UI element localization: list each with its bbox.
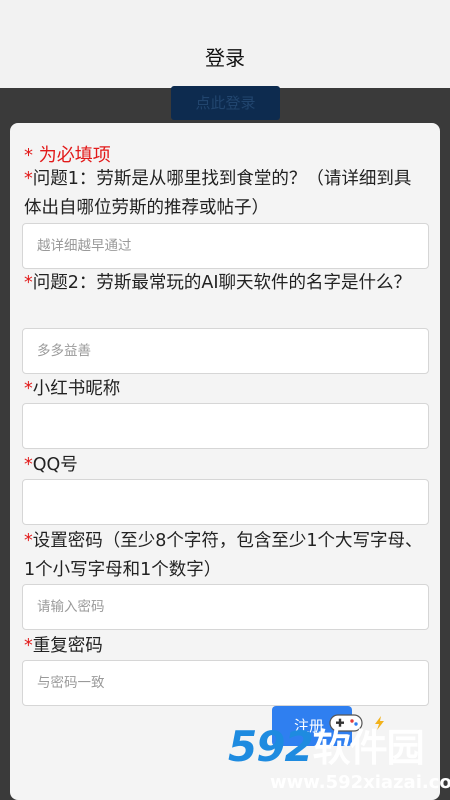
- field-label-question2: *问题2：劳斯最常玩的AI聊天软件的名字是什么？: [24, 273, 412, 293]
- watermark-url: www.592xiazai.com: [270, 772, 450, 793]
- required-star: *: [24, 455, 33, 475]
- required-note: * 为必填项: [24, 145, 111, 166]
- qq-input[interactable]: [23, 480, 428, 524]
- repeat-password-field[interactable]: [22, 660, 429, 706]
- field-label-question1: *问题1：劳斯是从哪里找到食堂的？（请详细到具体出自哪位劳斯的推荐或帖子）: [24, 169, 412, 218]
- watermark-logo: 592软件园: [228, 722, 425, 771]
- password-input[interactable]: [23, 585, 428, 629]
- required-star: *: [24, 531, 33, 551]
- qq-field[interactable]: [22, 479, 429, 525]
- login-button[interactable]: 点此登录: [171, 86, 280, 120]
- field-label-qq: *QQ号: [24, 455, 78, 475]
- question2-field[interactable]: [22, 328, 429, 374]
- password-field[interactable]: [22, 584, 429, 630]
- watermark: 592软件园 www.592xiazai.com: [214, 722, 450, 800]
- field-label-password: *设置密码（至少8个字符，包含至少1个大写字母、1个小写字母和1个数字）: [24, 531, 423, 580]
- field-label-xiaohongshu: *小红书昵称: [24, 379, 121, 399]
- xiaohongshu-input[interactable]: [23, 404, 428, 448]
- register-form: * 为必填项 *问题1：劳斯是从哪里找到食堂的？（请详细到具体出自哪位劳斯的推荐…: [10, 123, 440, 800]
- top-bar: 登录: [0, 0, 450, 88]
- required-star: *: [24, 636, 33, 656]
- question1-input[interactable]: [23, 224, 428, 268]
- question2-input[interactable]: [23, 329, 428, 373]
- xiaohongshu-field[interactable]: [22, 403, 429, 449]
- page-title: 登录: [205, 46, 245, 70]
- required-star: *: [24, 273, 33, 293]
- field-label-repeat-password: *重复密码: [24, 636, 103, 656]
- repeat-password-input[interactable]: [23, 661, 428, 705]
- required-star: *: [24, 379, 33, 399]
- required-star: *: [24, 169, 33, 189]
- question1-field[interactable]: [22, 223, 429, 269]
